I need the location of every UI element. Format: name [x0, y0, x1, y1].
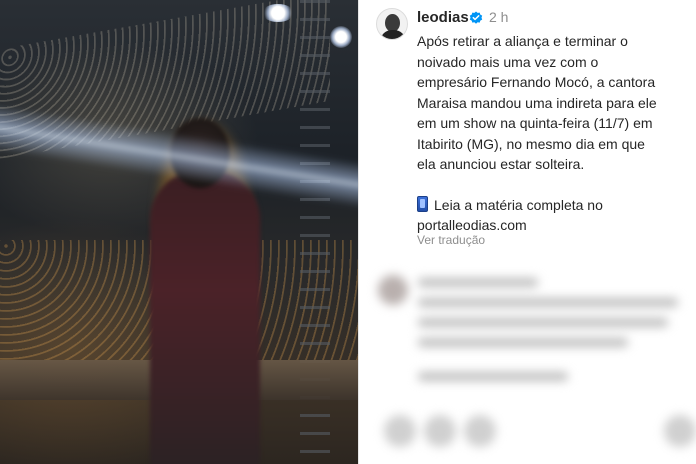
spotlight: [330, 26, 352, 48]
caption-line: Itabirito (MG), no mesmo dia em que: [417, 135, 645, 152]
comment-line: [418, 298, 678, 307]
spotlight: [262, 4, 294, 22]
save-icon: [664, 415, 696, 447]
caption-line: noivado mais uma vez com o: [417, 53, 599, 70]
caption-line: em um show na quinta-feira (11/7) em: [417, 115, 653, 131]
like-icon: [384, 415, 416, 447]
comment-icon: [424, 415, 456, 447]
comment-line: [418, 372, 568, 381]
caption-link-line: Leia a matéria completa no: [417, 195, 687, 216]
verified-badge-icon: [469, 11, 483, 24]
caption-line: Após retirar a aliança e terminar o: [417, 33, 628, 49]
read-more-text: Leia a matéria completa no: [434, 196, 603, 213]
share-icon: [464, 415, 496, 447]
post-caption: Após retirar a aliança e terminar o noiv…: [417, 31, 687, 236]
concert-photo: [0, 0, 358, 464]
comment-line: [418, 318, 668, 327]
caption-line: ela anunciou estar solteira.: [417, 156, 585, 172]
caption-line: empresário Fernando Mocó, a cantora: [417, 74, 656, 90]
caption-line: Maraisa mandou uma indireta para ele: [417, 94, 657, 111]
mobile-phone-icon: [417, 195, 428, 212]
comment-line: [418, 338, 628, 347]
comment-line: [418, 278, 538, 287]
singer: [150, 170, 260, 464]
post-timestamp: 2 h: [489, 9, 509, 25]
comment-avatar: [378, 275, 408, 305]
username-link[interactable]: leodias: [417, 9, 469, 26]
see-translation-button[interactable]: Ver tradução: [417, 233, 485, 247]
blurred-comments: [368, 260, 696, 464]
profile-avatar[interactable]: [376, 8, 408, 40]
